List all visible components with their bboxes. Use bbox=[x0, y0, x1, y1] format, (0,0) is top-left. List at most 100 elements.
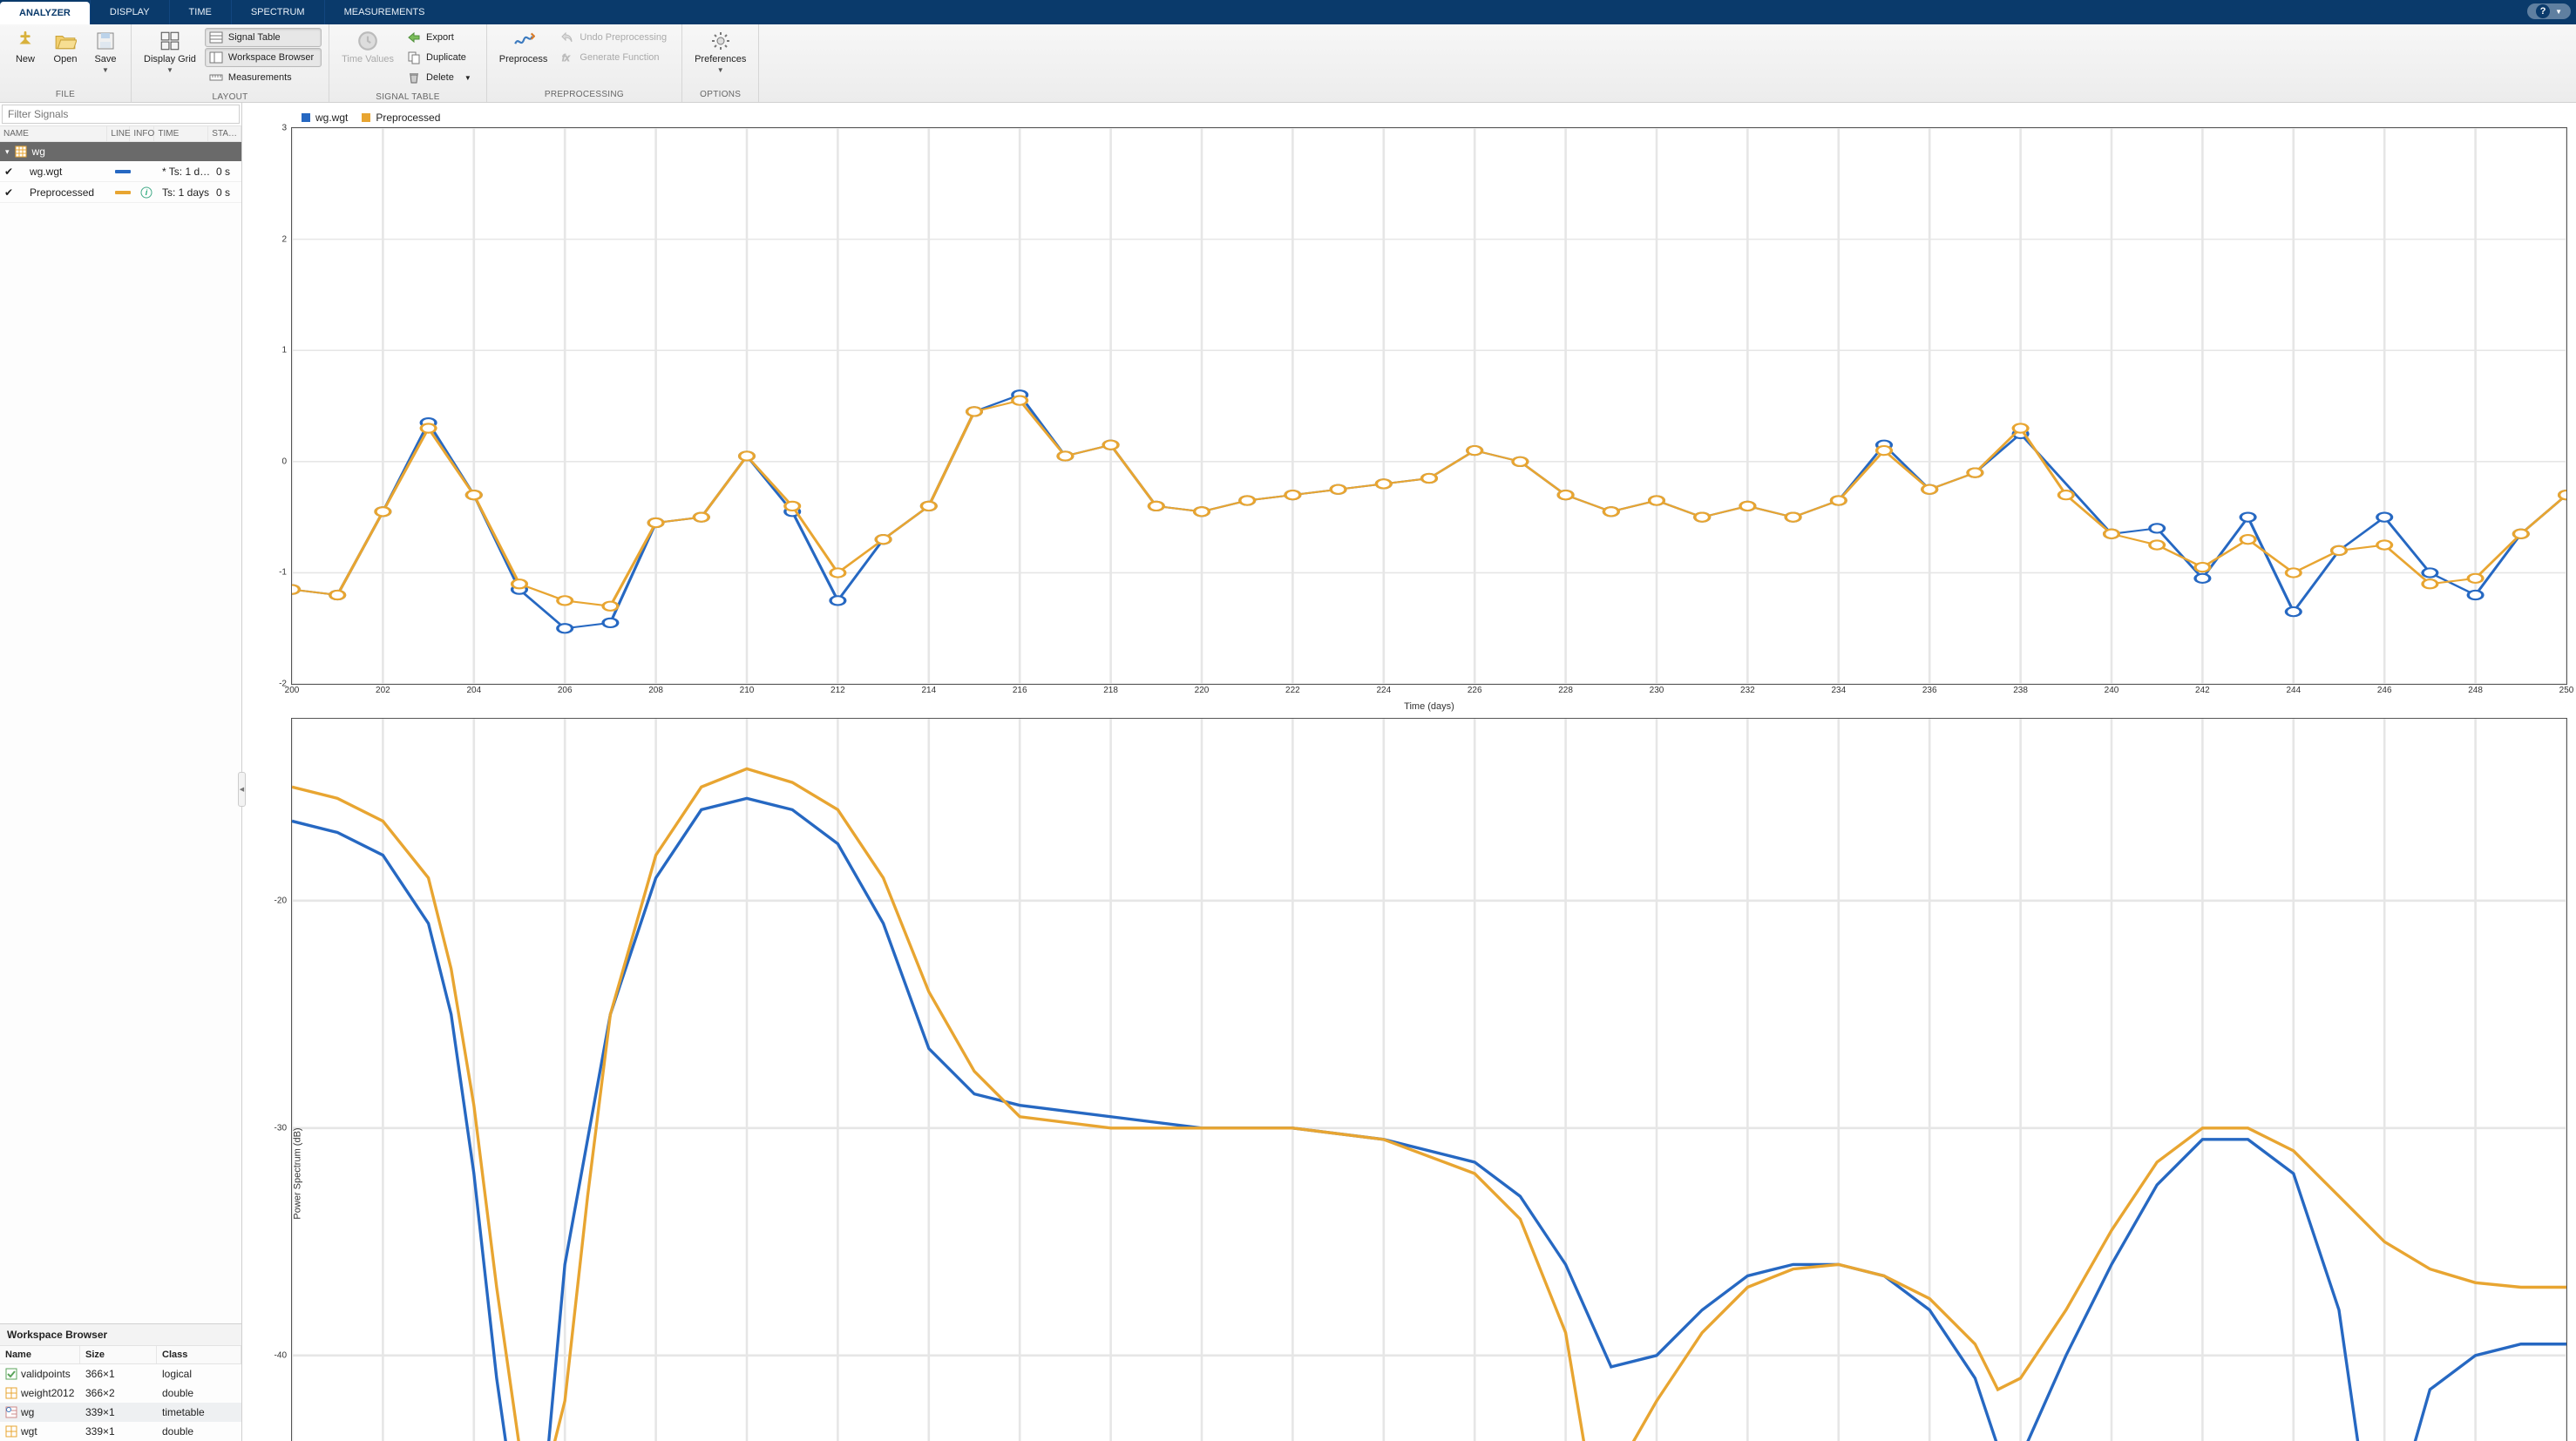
col-line[interactable]: LINE bbox=[107, 126, 130, 141]
spectrum-plot[interactable]: Frequency (cycles/day) Power Spectrum (d… bbox=[291, 718, 2567, 1441]
xtick-label: 232 bbox=[1740, 686, 1755, 695]
xtick-label: 240 bbox=[2105, 686, 2119, 695]
clock-icon bbox=[356, 30, 379, 52]
display-grid-button[interactable]: Display Grid ▼ bbox=[139, 28, 201, 76]
xtick-label: 246 bbox=[2377, 686, 2392, 695]
signal-row[interactable]: ✔ Preprocessed i Ts: 1 days 0 s bbox=[0, 182, 241, 203]
preferences-button[interactable]: Preferences ▼ bbox=[689, 28, 751, 76]
legend-item: Preprocessed bbox=[362, 112, 440, 124]
var-class: double bbox=[157, 1387, 241, 1399]
gear-icon bbox=[709, 30, 732, 52]
col-time[interactable]: TIME bbox=[154, 126, 208, 141]
display-grid-label: Display Grid bbox=[144, 54, 196, 64]
xtick-label: 226 bbox=[1468, 686, 1482, 695]
folder-open-icon bbox=[54, 30, 77, 52]
legend-item: wg.wgt bbox=[302, 112, 348, 124]
workspace-row[interactable]: validpoints 366×1 logical bbox=[0, 1364, 241, 1383]
trash-icon bbox=[407, 71, 421, 85]
chevron-down-icon: ▼ bbox=[464, 74, 471, 82]
ytick-label: -40 bbox=[275, 1350, 287, 1360]
help-icon: ? bbox=[2536, 4, 2550, 18]
undo-icon bbox=[560, 30, 574, 44]
var-class: logical bbox=[157, 1368, 241, 1380]
var-class: timetable bbox=[157, 1406, 241, 1418]
xtick-label: 200 bbox=[285, 686, 300, 695]
variable-icon bbox=[5, 1387, 17, 1399]
signal-row[interactable]: ✔ wg.wgt * Ts: 1 d… 0 s bbox=[0, 161, 241, 182]
signal-checkbox[interactable]: ✔ bbox=[0, 166, 17, 178]
var-name: validpoints bbox=[0, 1368, 80, 1380]
filter-signals-input[interactable] bbox=[3, 105, 239, 123]
xtick-label: 244 bbox=[2286, 686, 2301, 695]
time-plot[interactable]: Time (days) 2002022042062082102122142162… bbox=[291, 127, 2567, 685]
xtick-label: 224 bbox=[1376, 686, 1391, 695]
workspace-browser-title: Workspace Browser bbox=[0, 1324, 241, 1346]
col-start[interactable]: STA… bbox=[208, 126, 241, 141]
time-values-label: Time Values bbox=[342, 54, 394, 64]
var-size: 339×1 bbox=[80, 1406, 157, 1418]
workspace-row[interactable]: weight2012 366×2 double bbox=[0, 1383, 241, 1403]
help-dropdown[interactable]: ? ▼ bbox=[2527, 3, 2571, 19]
xtick-label: 230 bbox=[1650, 686, 1664, 695]
tab-spectrum[interactable]: SPECTRUM bbox=[231, 0, 324, 24]
signal-info-icon[interactable]: i bbox=[134, 186, 159, 199]
save-button[interactable]: Save ▼ bbox=[87, 28, 124, 76]
new-button[interactable]: New bbox=[7, 28, 44, 66]
ylabel-spectrum: Power Spectrum (dB) bbox=[293, 1128, 303, 1220]
var-size: 366×2 bbox=[80, 1387, 157, 1399]
xtick-label: 212 bbox=[830, 686, 845, 695]
ws-col-class[interactable]: Class bbox=[157, 1346, 241, 1363]
generate-function-button[interactable]: fx Generate Function bbox=[556, 48, 675, 67]
ruler-icon bbox=[209, 71, 223, 85]
delete-button[interactable]: Delete ▼ bbox=[403, 68, 479, 87]
xtick-label: 216 bbox=[1013, 686, 1027, 695]
tab-analyzer[interactable]: ANALYZER bbox=[0, 2, 90, 24]
legend-label: wg.wgt bbox=[315, 112, 348, 124]
col-info[interactable]: INFO bbox=[130, 126, 154, 141]
undo-preprocessing-button[interactable]: Undo Preprocessing bbox=[556, 28, 675, 47]
xtick-label: 222 bbox=[1285, 686, 1300, 695]
tab-measurements[interactable]: MEASUREMENTS bbox=[324, 0, 444, 24]
duplicate-button[interactable]: Duplicate bbox=[403, 48, 479, 67]
ribbon: New Open Save ▼ FILE bbox=[0, 24, 2576, 103]
workspace-row[interactable]: wgt 339×1 double bbox=[0, 1422, 241, 1441]
signal-group-row[interactable]: ▾ wg bbox=[0, 142, 241, 161]
tab-time[interactable]: TIME bbox=[169, 0, 231, 24]
workspace-browser-toggle[interactable]: Workspace Browser bbox=[205, 48, 322, 67]
col-name[interactable]: NAME bbox=[0, 126, 107, 141]
ws-col-name[interactable]: Name bbox=[0, 1346, 80, 1363]
signal-name: Preprocessed bbox=[17, 186, 112, 199]
workspace-row[interactable]: wg 339×1 timetable bbox=[0, 1403, 241, 1422]
measurements-toggle[interactable]: Measurements bbox=[205, 68, 322, 87]
open-button[interactable]: Open bbox=[47, 28, 84, 66]
xtick-label: 210 bbox=[740, 686, 755, 695]
signal-table-toggle[interactable]: Signal Table bbox=[205, 28, 322, 47]
xtick-label: 206 bbox=[558, 686, 573, 695]
preprocess-label: Preprocess bbox=[499, 54, 548, 64]
panel-splitter[interactable] bbox=[238, 772, 246, 807]
xtick-label: 202 bbox=[376, 686, 390, 695]
ribbon-group-layout: Display Grid ▼ Signal Table Workspace Br… bbox=[132, 24, 329, 102]
signal-start: 0 s bbox=[214, 186, 241, 199]
xtick-label: 204 bbox=[466, 686, 481, 695]
tab-display[interactable]: DISPLAY bbox=[90, 0, 169, 24]
xtick-label: 242 bbox=[2195, 686, 2210, 695]
xtick-label: 250 bbox=[2559, 686, 2574, 695]
variable-icon bbox=[5, 1406, 17, 1418]
signal-checkbox[interactable]: ✔ bbox=[0, 186, 17, 199]
timetable-icon bbox=[15, 145, 27, 158]
xtick-label: 234 bbox=[1831, 686, 1846, 695]
export-label: Export bbox=[426, 32, 454, 43]
variable-icon bbox=[5, 1368, 17, 1380]
filter-signals-box bbox=[2, 105, 240, 124]
export-button[interactable]: Export bbox=[403, 28, 479, 47]
time-values-button[interactable]: Time Values bbox=[336, 28, 399, 66]
preprocess-button[interactable]: Preprocess bbox=[494, 28, 553, 66]
ytick-label: 0 bbox=[281, 457, 287, 466]
var-name: wg bbox=[0, 1406, 80, 1418]
chevron-down-icon: ▼ bbox=[102, 66, 109, 74]
left-panel: NAME LINE INFO TIME STA… ▾ wg ✔ wg.wgt *… bbox=[0, 103, 242, 1441]
ws-col-size[interactable]: Size bbox=[80, 1346, 157, 1363]
save-label: Save bbox=[94, 54, 116, 64]
plot-legend: wg.wgt Preprocessed bbox=[246, 108, 2567, 127]
